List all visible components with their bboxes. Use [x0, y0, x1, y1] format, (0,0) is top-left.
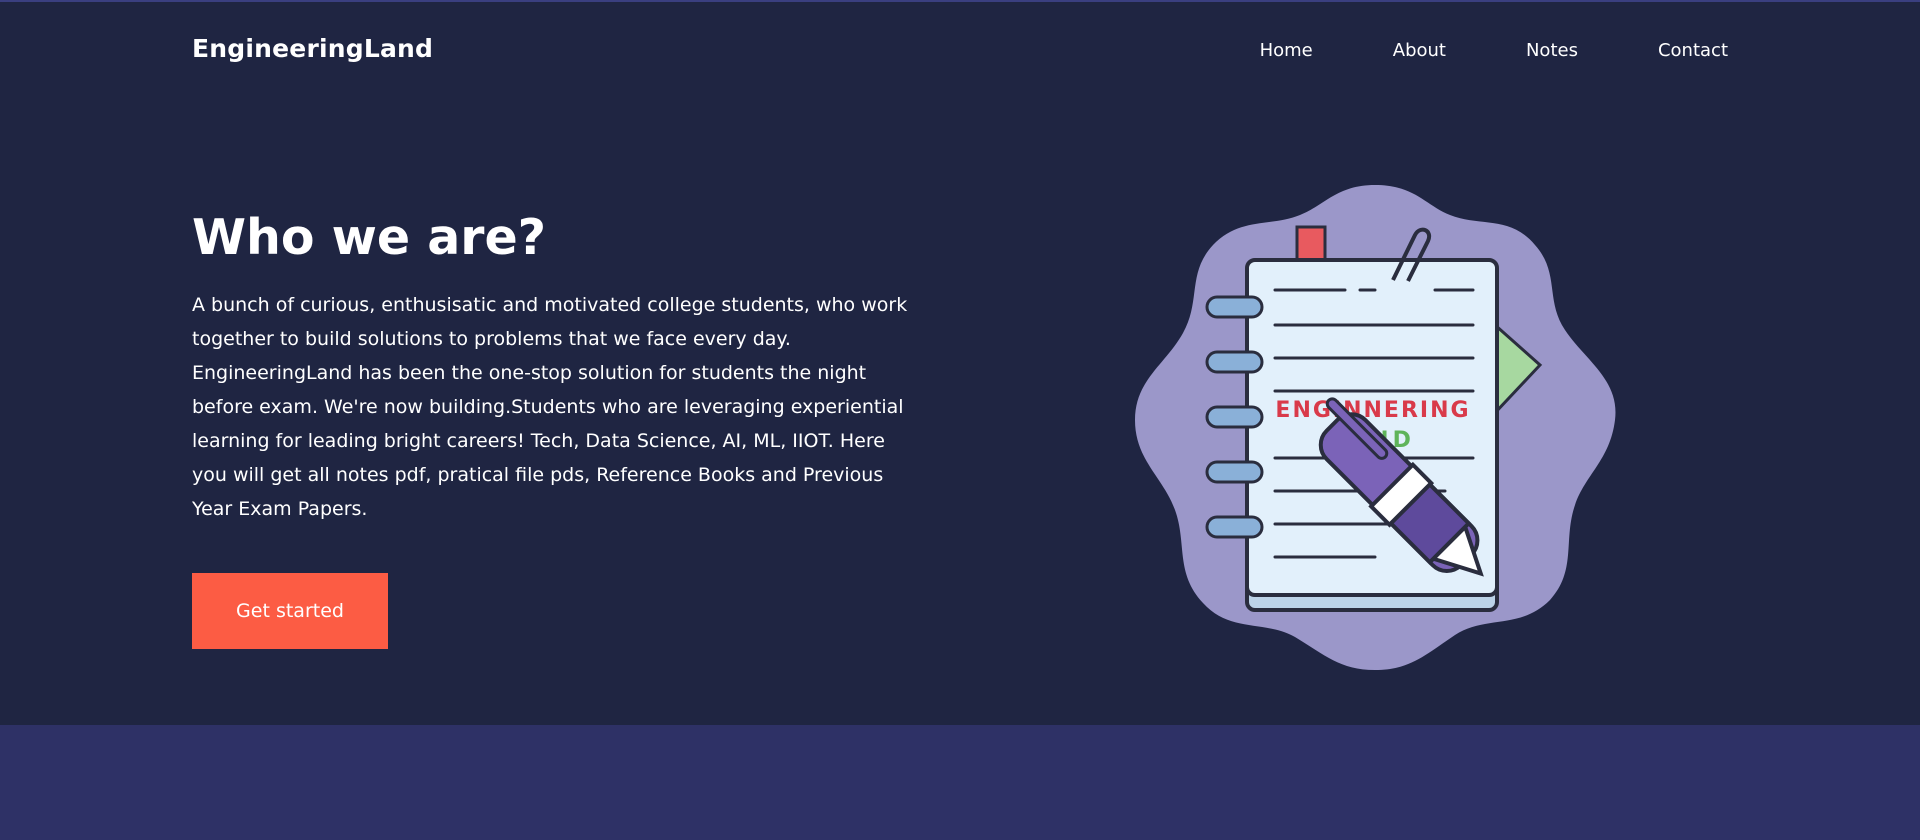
nav-link-home[interactable]: Home [1260, 40, 1313, 61]
nav-links: Home About Notes Contact [1260, 40, 1728, 61]
nav-link-contact[interactable]: Contact [1658, 40, 1728, 61]
notebook-title-line1: ENGINNERING [1275, 398, 1470, 423]
notebook-illustration: ENGINNERING LAND [1135, 185, 1616, 670]
brand-logo[interactable]: EngineeringLand [192, 34, 433, 63]
get-started-button[interactable]: Get started [192, 573, 388, 649]
nav-link-notes[interactable]: Notes [1526, 40, 1578, 61]
nav-link-about[interactable]: About [1393, 40, 1446, 61]
hero-description: A bunch of curious, enthusisatic and mot… [192, 294, 908, 520]
navbar: EngineeringLand Home About Notes Contact [0, 0, 1920, 100]
hero-title: Who we are? [192, 209, 547, 266]
next-section-band [0, 725, 1920, 840]
